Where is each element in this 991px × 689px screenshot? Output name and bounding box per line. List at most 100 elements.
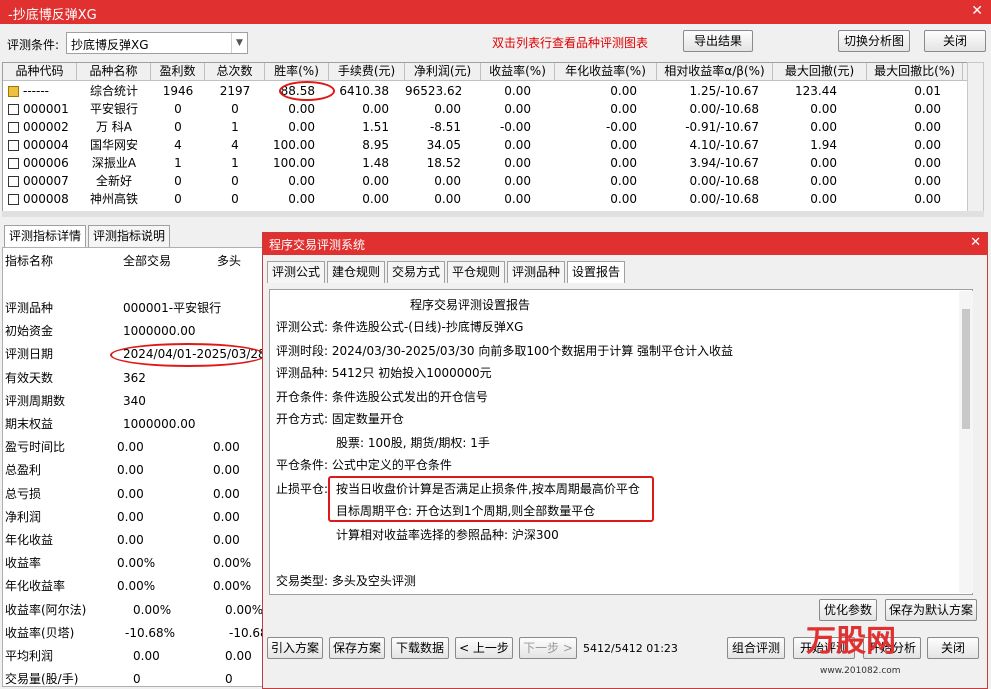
metric-cell: 0.00% — [117, 579, 156, 594]
prev-button[interactable]: < 上一步 — [455, 637, 513, 659]
metric-cell: 0.00 — [213, 533, 240, 547]
metric-cell: 1000000.00 — [123, 324, 196, 339]
column-header[interactable]: 最大回撤比(%) — [867, 63, 963, 81]
table-cell: 4 — [231, 138, 239, 152]
table-cell: 000008 — [23, 192, 69, 206]
chevron-down-icon[interactable]: ▼ — [231, 33, 247, 53]
dialog-tab[interactable]: 评测公式 — [267, 261, 325, 283]
column-header[interactable]: 品种代码 — [3, 63, 77, 81]
table-cell: 1.48 — [362, 156, 389, 170]
column-header[interactable]: 手续费(元) — [329, 63, 405, 81]
table-cell: 0.00 — [914, 102, 941, 116]
table-row[interactable]: ------ 综合统计 1946 2197 88.58 6410.38 96523.62 0.… — [3, 82, 967, 100]
table-cell: 0.00 — [610, 138, 637, 152]
results-table[interactable]: 品种代码 品种名称 盈利数 总次数 胜率(%) 手续费(元) 净利润(元) 收益率(%) 年化收… — [2, 62, 968, 212]
horizontal-scrollbar[interactable] — [2, 211, 984, 217]
report-line: 平仓条件: 公式中定义的平仓条件 — [276, 458, 452, 472]
table-cell: 0.00 — [504, 102, 531, 116]
metric-cell: 1000000.00 — [123, 417, 196, 431]
column-header[interactable]: 收益率(%) — [481, 63, 555, 81]
report-line: 评测时段: 2024/03/30-2025/03/30 向前多取100个数据用于… — [276, 344, 734, 358]
metric-detail-panel: 指标名称 全部交易 多头 评测品种 000001-平安银行 初始资金 1000000.00 评… — [2, 247, 270, 687]
next-button[interactable]: 下一步 > — [519, 637, 577, 659]
column-header[interactable]: 净利润(元) — [405, 63, 481, 81]
metric-header: 指标名称 全部交易 多头 — [5, 250, 269, 273]
condition-select[interactable]: 抄底博反弹XG ▼ — [66, 32, 248, 54]
table-cell: 0.00 — [288, 192, 315, 206]
column-header[interactable]: 总次数 — [205, 63, 265, 81]
table-cell: 万 科A — [95, 120, 133, 134]
checkbox[interactable] — [8, 158, 19, 169]
table-cell: 0.00 — [610, 156, 637, 170]
table-row[interactable]: 000004 国华网安 4 4 100.00 8.95 34.05 0.00 0.00 4.10/… — [3, 136, 967, 154]
download-button[interactable]: 下载数据 — [391, 637, 449, 659]
checkbox[interactable] — [8, 194, 19, 205]
save-default-button[interactable]: 保存为默认方案 — [885, 599, 977, 621]
report-scrollbar[interactable] — [959, 291, 973, 593]
column-header[interactable]: 品种名称 — [77, 63, 151, 81]
column-header[interactable]: 胜率(%) — [265, 63, 329, 81]
table-cell: 0 — [174, 102, 182, 116]
table-cell: 0.00 — [362, 174, 389, 188]
column-header[interactable]: 年化收益率(%) — [555, 63, 657, 81]
table-cell: 0.00 — [434, 102, 461, 116]
combo-eval-button[interactable]: 组合评测 — [727, 637, 785, 659]
table-cell: -0.91/-10.67 — [685, 120, 759, 134]
metric-cell: 收益率(贝塔) — [5, 625, 75, 640]
tab-metric-detail[interactable]: 评测指标详情 — [4, 225, 87, 247]
metric-cell: 0.00 — [225, 649, 252, 663]
table-cell: 000001 — [23, 102, 69, 116]
table-cell: 0 — [231, 102, 239, 116]
dialog-tab[interactable]: 交易方式 — [387, 261, 445, 283]
metric-cell: 0.00 — [117, 486, 144, 501]
column-header[interactable]: 盈利数 — [151, 63, 205, 81]
close-icon[interactable]: ✕ — [971, 3, 983, 19]
checkbox[interactable] — [8, 176, 19, 187]
table-cell: 000004 — [23, 138, 69, 152]
close-icon[interactable]: ✕ — [970, 235, 981, 250]
metric-cell: 0.00% — [225, 602, 264, 617]
table-cell: 0.00 — [288, 120, 315, 134]
metric-cell: 0.00 — [213, 509, 240, 524]
watermark-url: www.201082.com — [820, 666, 901, 676]
table-cell: 6410.38 — [339, 84, 389, 98]
column-header[interactable]: 最大回撤(元) — [773, 63, 867, 81]
table-row[interactable]: 000001 平安银行 0 0 0.00 0.00 0.00 0.00 0.00 0.00/-10… — [3, 100, 967, 118]
highlight-oval — [279, 81, 335, 101]
close-button[interactable]: 关闭 — [924, 30, 986, 52]
table-cell: 1.94 — [810, 138, 837, 152]
table-row[interactable]: 000002 万 科A 0 1 0.00 1.51 -8.51 -0.00 -0.00 -0.91… — [3, 118, 967, 136]
metric-row: 总盈利 0.00 0.00 — [5, 459, 269, 482]
metric-cell: 交易量(股/手) — [5, 672, 79, 687]
metric-cell: 0.00 — [117, 440, 144, 455]
dialog-tab[interactable]: 平仓规则 — [447, 261, 505, 283]
tab-metric-desc[interactable]: 评测指标说明 — [88, 225, 171, 247]
window-titlebar: -抄底博反弹XG ✕ — [0, 0, 991, 24]
metric-cell: 0.00 — [133, 649, 160, 663]
table-cell: 国华网安 — [89, 138, 138, 152]
table-cell: 000007 — [23, 174, 69, 188]
table-row[interactable]: 000007 全新好 0 0 0.00 0.00 0.00 0.00 0.00 0.00/-10.… — [3, 172, 967, 190]
dialog-tab[interactable]: 建仓规则 — [327, 261, 385, 283]
table-cell: 0.01 — [914, 84, 941, 98]
table-cell: 1.51 — [362, 120, 389, 134]
dialog-tab[interactable]: 设置报告 — [567, 261, 625, 283]
table-cell: 0.00 — [610, 102, 637, 116]
dialog-close-button[interactable]: 关闭 — [927, 637, 979, 659]
table-cell: 0.00 — [434, 174, 461, 188]
checkbox[interactable] — [8, 140, 19, 151]
table-row[interactable]: 000006 深振业A 1 1 100.00 1.48 18.52 0.00 0.00 3.94/… — [3, 154, 967, 172]
table-row[interactable]: 000008 神州高铁 0 0 0.00 0.00 0.00 0.00 0.00 0.00/-10… — [3, 190, 967, 208]
folder-icon[interactable] — [8, 86, 19, 97]
save-button[interactable]: 保存方案 — [329, 637, 385, 659]
export-button[interactable]: 导出结果 — [683, 30, 753, 52]
dialog-tab[interactable]: 评测品种 — [507, 261, 565, 283]
table-cell: 0.00/-10.68 — [689, 174, 759, 188]
import-button[interactable]: 引入方案 — [267, 637, 323, 659]
checkbox[interactable] — [8, 122, 19, 133]
switch-chart-button[interactable]: 切换分析图 — [838, 30, 910, 52]
vertical-scrollbar[interactable] — [967, 62, 984, 212]
column-header[interactable]: 相对收益率α/β(%) — [657, 63, 773, 81]
checkbox[interactable] — [8, 104, 19, 115]
table-cell: 1.25/-10.67 — [689, 84, 759, 98]
